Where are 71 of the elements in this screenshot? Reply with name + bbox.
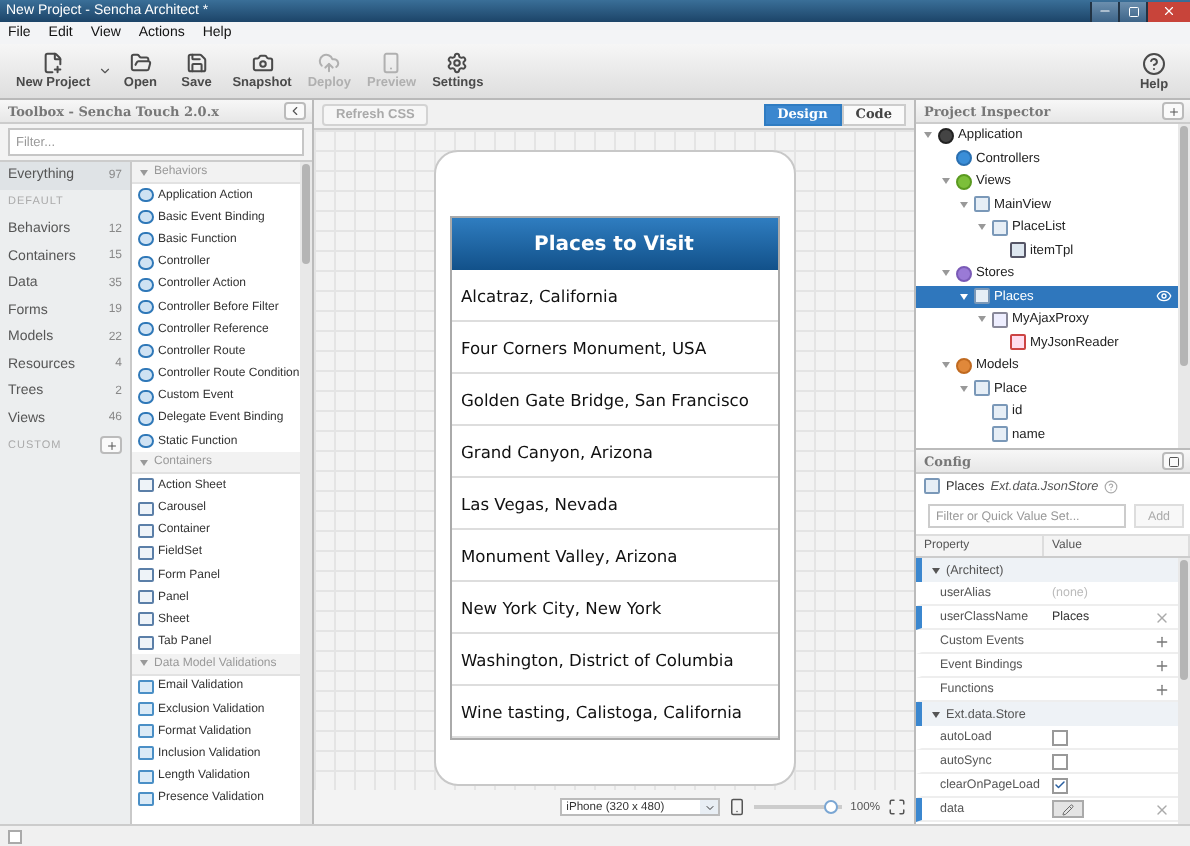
caret-icon[interactable] (98, 64, 113, 78)
folder-icon (129, 52, 152, 74)
node-icon (992, 403, 1008, 420)
list-title: Places to Visit (451, 218, 777, 270)
plus-icon (105, 439, 117, 452)
panel-icon (1167, 455, 1179, 467)
list-item[interactable]: New York City, New York (451, 582, 777, 634)
add-button[interactable] (1162, 102, 1184, 120)
close-icon (1162, 4, 1176, 18)
add-button[interactable] (100, 436, 122, 455)
node-icon (956, 150, 972, 167)
node-icon (992, 219, 1008, 236)
smartphone-icon (380, 52, 403, 74)
new-file-icon (42, 52, 65, 74)
minimize-icon (1098, 4, 1112, 18)
maximize-button[interactable] (1118, 1, 1146, 21)
store-icon (924, 478, 940, 494)
orientation-icon[interactable] (728, 798, 747, 816)
list-item[interactable]: Four Corners Monument, USA (451, 322, 777, 374)
list-item[interactable]: Las Vegas, Nevada (451, 478, 777, 530)
eye-icon[interactable] (1156, 288, 1172, 305)
checkbox[interactable] (1052, 777, 1068, 793)
camera-icon (251, 52, 274, 74)
node-icon (974, 196, 990, 213)
edit-data-button[interactable] (1052, 800, 1084, 818)
cloud-upload-icon (318, 52, 341, 74)
list-item[interactable]: Monument Valley, Arizona (451, 530, 777, 582)
chevron-left-icon (288, 104, 302, 118)
list-item[interactable]: Washington, District of Columbia (451, 634, 777, 686)
expand-arrow-icon[interactable] (978, 316, 986, 323)
plus-icon (1167, 105, 1179, 117)
node-icon (992, 311, 1008, 328)
list-item[interactable]: Grand Canyon, Arizona (451, 426, 777, 478)
node-icon (974, 380, 990, 397)
scrollbar[interactable] (1178, 558, 1190, 824)
node-icon (1010, 334, 1026, 351)
node-icon (956, 173, 972, 190)
expand-arrow-icon[interactable] (942, 270, 950, 277)
checkbox[interactable] (1052, 753, 1068, 769)
list-item[interactable]: Golden Gate Bridge, San Francisco (451, 374, 777, 426)
layout-button[interactable] (1162, 452, 1184, 470)
close-button[interactable] (1146, 1, 1190, 21)
caret-icon[interactable] (700, 800, 719, 814)
gear-icon (446, 52, 469, 74)
node-icon (956, 357, 972, 374)
help-icon (1142, 51, 1166, 75)
node-icon (974, 288, 990, 305)
expand-arrow-icon[interactable] (942, 362, 950, 369)
scrollbar[interactable] (1178, 124, 1190, 448)
minimize-button[interactable] (1090, 1, 1118, 21)
expand-arrow-icon[interactable] (978, 224, 986, 231)
status-icon (8, 829, 22, 843)
expand-arrow-icon[interactable] (942, 178, 950, 185)
slider-thumb[interactable] (824, 800, 839, 814)
help-icon[interactable] (1104, 479, 1119, 493)
node-icon (956, 265, 972, 282)
expand-arrow-icon[interactable] (960, 201, 968, 208)
pencil-icon (1062, 803, 1074, 815)
zoom-slider[interactable] (754, 800, 843, 814)
fit-icon[interactable] (888, 798, 906, 816)
maximize-icon (1127, 5, 1139, 17)
expand-arrow-icon[interactable] (960, 385, 968, 392)
expand-arrow-icon[interactable] (924, 132, 932, 139)
scrollbar[interactable] (300, 162, 312, 824)
list-item[interactable]: Wine tasting, Calistoga, California (451, 686, 777, 738)
node-icon (938, 127, 954, 144)
list-item[interactable]: Alcatraz, California (451, 270, 777, 322)
collapse-button[interactable] (284, 102, 306, 120)
checkbox[interactable] (1052, 729, 1068, 745)
node-icon (1010, 242, 1026, 259)
node-icon (992, 426, 1008, 443)
